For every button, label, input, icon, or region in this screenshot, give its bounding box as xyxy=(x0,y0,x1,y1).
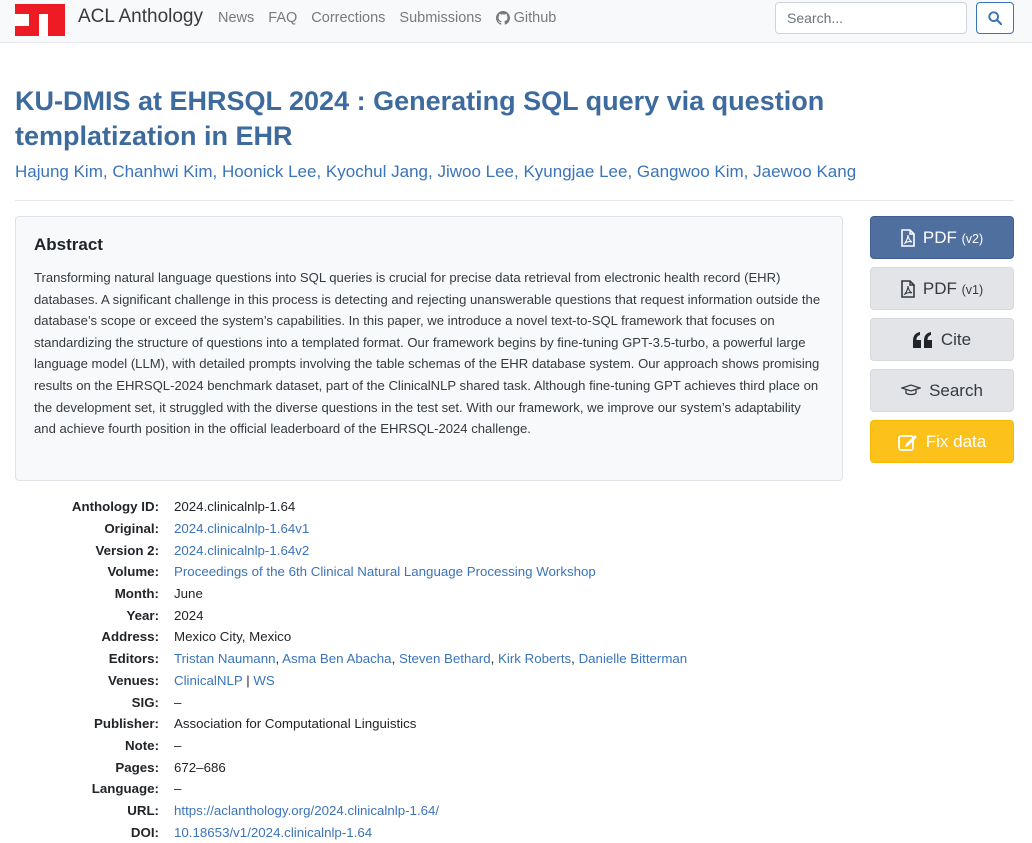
cite-label: Cite xyxy=(940,329,972,349)
editor-link[interactable]: Tristan Naumann xyxy=(174,651,276,666)
venue-link[interactable]: ClinicalNLP xyxy=(174,673,242,688)
scholar-icon xyxy=(901,383,922,395)
editor-link[interactable]: Asma Ben Abacha xyxy=(282,651,391,666)
meta-row-publisher: Publisher: Association for Computational… xyxy=(15,713,1015,735)
action-buttons: PDF (v2) PDF (v1) Cite Search Fix data xyxy=(870,216,1014,471)
nav-faq[interactable]: FAQ xyxy=(268,10,297,26)
meta-label: SIG: xyxy=(131,694,159,710)
pdf-v1-label: PDF (v1) xyxy=(922,278,984,298)
meta-label: Address: xyxy=(101,629,159,645)
meta-label: Language: xyxy=(91,781,159,797)
meta-label: Volume: xyxy=(107,564,159,580)
author-link[interactable]: Chanhwi Kim xyxy=(112,162,212,181)
paper-title: KU-DMIS at EHRSQL 2024 : Generating SQL … xyxy=(15,86,825,151)
meta-label: Anthology ID: xyxy=(71,499,159,515)
brand-name[interactable]: ACL Anthology xyxy=(78,6,203,28)
meta-label: Month: xyxy=(114,586,159,602)
meta-label: Note: xyxy=(125,737,159,753)
fix-data-label: Fix data xyxy=(925,431,987,451)
meta-label: URL: xyxy=(127,802,159,818)
pdf-v2-label: PDF (v2) xyxy=(922,227,984,247)
meta-row-language: Language: – xyxy=(15,778,1015,800)
fix-data-button[interactable]: Fix data xyxy=(870,420,1014,463)
meta-row-note: Note: – xyxy=(15,735,1015,757)
note-value: – xyxy=(174,737,182,753)
meta-row-volume: Volume: Proceedings of the 6th Clinical … xyxy=(15,561,1015,583)
nav-github[interactable]: Github xyxy=(495,10,557,26)
venue-link[interactable]: WS xyxy=(253,673,274,688)
venue-separator: | xyxy=(246,672,250,688)
editor-link[interactable]: Kirk Roberts xyxy=(498,651,571,666)
nav-github-label: Github xyxy=(513,10,557,26)
divider xyxy=(15,200,1014,201)
editor-link[interactable]: Steven Bethard xyxy=(399,651,491,666)
nav-corrections[interactable]: Corrections xyxy=(311,10,385,26)
author-link[interactable]: Jiwoo Lee xyxy=(437,162,514,181)
search-button[interactable] xyxy=(976,2,1014,34)
edit-icon xyxy=(897,434,917,451)
meta-label: Original: xyxy=(104,521,159,537)
month-value: June xyxy=(174,586,203,602)
meta-row-sig: SIG: – xyxy=(15,691,1015,713)
meta-row-version2: Version 2: 2024.clinicalnlp-1.64v2 xyxy=(15,539,1015,561)
language-value: – xyxy=(174,781,182,797)
author-link[interactable]: Jaewoo Kang xyxy=(753,162,856,181)
meta-row-anthology-id: Anthology ID: 2024.clinicalnlp-1.64 xyxy=(15,496,1015,518)
author-link[interactable]: Kyochul Jang xyxy=(326,162,428,181)
search-input[interactable] xyxy=(775,2,967,34)
volume-link[interactable]: Proceedings of the 6th Clinical Natural … xyxy=(174,564,596,579)
original-link[interactable]: 2024.clinicalnlp-1.64v1 xyxy=(174,521,309,536)
search-icon xyxy=(988,11,1002,25)
search-paper-button[interactable]: Search xyxy=(870,369,1014,412)
anthology-id-value: 2024.clinicalnlp-1.64 xyxy=(174,499,296,515)
meta-row-editors: Editors: Tristan Naumann, Asma Ben Abach… xyxy=(15,648,1015,670)
navbar: ACL Anthology News FAQ Corrections Submi… xyxy=(0,0,1032,43)
abstract-heading: Abstract xyxy=(34,235,103,254)
url-link[interactable]: https://aclanthology.org/2024.clinicalnl… xyxy=(174,803,439,818)
address-value: Mexico City, Mexico xyxy=(174,629,292,645)
year-value: 2024 xyxy=(174,607,204,623)
nav-news[interactable]: News xyxy=(218,10,254,26)
meta-label: Pages: xyxy=(115,759,159,775)
search-paper-label: Search xyxy=(929,380,983,400)
meta-row-year: Year: 2024 xyxy=(15,604,1015,626)
pages-value: 672–686 xyxy=(174,759,226,775)
meta-label: Version 2: xyxy=(95,542,159,558)
meta-label: Publisher: xyxy=(93,716,159,732)
sig-value: – xyxy=(174,694,182,710)
author-link[interactable]: Hajung Kim xyxy=(15,162,103,181)
file-pdf-icon xyxy=(901,279,915,298)
meta-row-original: Original: 2024.clinicalnlp-1.64v1 xyxy=(15,518,1015,540)
pdf-v2-button[interactable]: PDF (v2) xyxy=(870,216,1014,259)
file-pdf-icon xyxy=(901,228,915,247)
author-link[interactable]: Hoonick Lee xyxy=(222,162,317,181)
cite-button[interactable]: Cite xyxy=(870,318,1014,361)
meta-label: Year: xyxy=(126,607,159,623)
meta-row-month: Month: June xyxy=(15,583,1015,605)
meta-label: DOI: xyxy=(130,824,159,840)
meta-label: Editors: xyxy=(108,651,159,667)
meta-row-url: URL: https://aclanthology.org/2024.clini… xyxy=(15,800,1015,822)
meta-row-pages: Pages: 672–686 xyxy=(15,756,1015,778)
metadata-list: Anthology ID: 2024.clinicalnlp-1.64 Orig… xyxy=(15,496,1015,843)
github-icon xyxy=(495,11,510,25)
abstract-text: Transforming natural language questions … xyxy=(34,270,821,437)
doi-link[interactable]: 10.18653/v1/2024.clinicalnlp-1.64 xyxy=(174,825,372,840)
editor-link[interactable]: Danielle Bitterman xyxy=(579,651,688,666)
meta-label: Venues: xyxy=(108,672,159,688)
author-list: Hajung Kim, Chanhwi Kim, Hoonick Lee, Ky… xyxy=(15,162,857,181)
version2-link[interactable]: 2024.clinicalnlp-1.64v2 xyxy=(174,543,309,558)
quote-icon xyxy=(912,331,932,348)
nav-links: News FAQ Corrections Submissions Github xyxy=(218,10,556,26)
author-link[interactable]: Gangwoo Kim xyxy=(637,162,744,181)
publisher-value: Association for Computational Linguistic… xyxy=(174,716,417,732)
author-link[interactable]: Kyungjae Lee xyxy=(523,162,627,181)
abstract-card: Abstract Transforming natural language q… xyxy=(15,216,843,481)
meta-row-address: Address: Mexico City, Mexico xyxy=(15,626,1015,648)
acl-logo-icon[interactable] xyxy=(15,4,65,36)
meta-row-venues: Venues: ClinicalNLP | WS xyxy=(15,670,1015,692)
pdf-v1-button[interactable]: PDF (v1) xyxy=(870,267,1014,310)
nav-submissions[interactable]: Submissions xyxy=(399,10,481,26)
